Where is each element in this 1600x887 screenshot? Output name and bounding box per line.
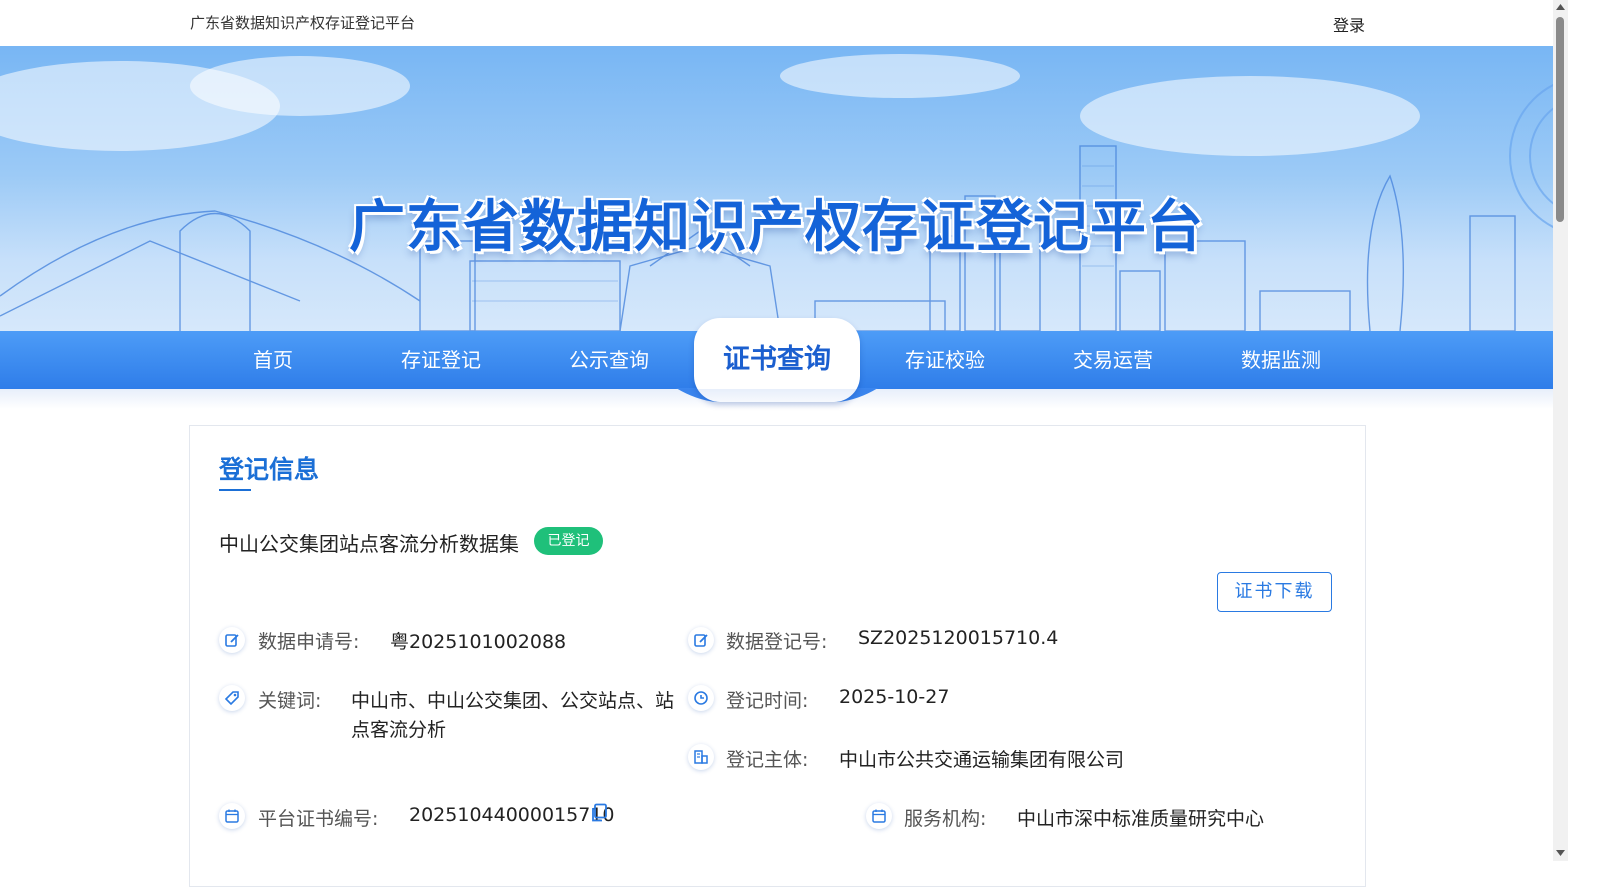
edit-icon bbox=[219, 627, 245, 653]
section-title: 登记信息 bbox=[219, 455, 320, 484]
login-link[interactable]: 登录 bbox=[1333, 12, 1365, 36]
registrant-value: 中山市公共交通运输集团有限公司 bbox=[839, 749, 1125, 771]
calendar-icon bbox=[219, 803, 245, 829]
nav-item-public-query[interactable]: 公示查询 bbox=[525, 331, 693, 389]
copy-icon[interactable] bbox=[590, 803, 608, 823]
nav-item-trade[interactable]: 交易运营 bbox=[1029, 331, 1197, 389]
service-org-value: 中山市深中标准质量研究中心 bbox=[1017, 808, 1265, 830]
application-no-label: 数据申请号: bbox=[258, 631, 360, 653]
tag-icon bbox=[219, 685, 245, 711]
building-icon bbox=[688, 744, 714, 770]
keywords-value-line2: 点客流分析 bbox=[351, 719, 447, 741]
registration-no-value: SZ2025120015710.4 bbox=[858, 627, 1059, 649]
nav-item-verify[interactable]: 存证校验 bbox=[861, 331, 1029, 389]
application-no-value: 粤2025101002088 bbox=[390, 631, 567, 653]
hero-banner: 广东省数据知识产权存证登记平台 bbox=[0, 46, 1553, 332]
nav-shadow bbox=[0, 389, 1553, 409]
registration-no-label: 数据登记号: bbox=[726, 631, 828, 653]
service-org-label: 服务机构: bbox=[904, 808, 987, 830]
top-bar: 广东省数据知识产权存证登记平台 登录 bbox=[0, 0, 1553, 46]
section-title-underline bbox=[219, 489, 251, 491]
calendar-icon bbox=[866, 803, 892, 829]
nav-item-monitor[interactable]: 数据监测 bbox=[1197, 331, 1365, 389]
dataset-name: 中山公交集团站点客流分析数据集 bbox=[219, 532, 519, 556]
nav-item-home[interactable]: 首页 bbox=[189, 331, 357, 389]
registration-time-value: 2025-10-27 bbox=[839, 686, 950, 708]
scroll-up-arrow-icon[interactable] bbox=[1555, 2, 1566, 12]
site-name: 广东省数据知识产权存证登记平台 bbox=[190, 14, 416, 32]
download-certificate-button[interactable]: 证书下载 bbox=[1217, 572, 1332, 612]
keywords-label: 关键词: bbox=[258, 690, 322, 712]
nav-item-register[interactable]: 存证登记 bbox=[357, 331, 525, 389]
clock-icon bbox=[688, 685, 714, 711]
edit-icon bbox=[688, 627, 714, 653]
scrollbar-thumb[interactable] bbox=[1556, 17, 1564, 222]
certificate-no-value: 20251044000015710 bbox=[409, 804, 615, 826]
registrant-label: 登记主体: bbox=[726, 749, 809, 771]
keywords-value-line1: 中山市、中山公交集团、公交站点、站 bbox=[351, 690, 675, 712]
scroll-down-arrow-icon[interactable] bbox=[1555, 848, 1566, 858]
certificate-no-label: 平台证书编号: bbox=[258, 808, 379, 830]
banner-title: 广东省数据知识产权存证登记平台 bbox=[349, 195, 1204, 260]
registration-time-label: 登记时间: bbox=[726, 690, 809, 712]
status-badge: 已登记 bbox=[534, 527, 603, 555]
